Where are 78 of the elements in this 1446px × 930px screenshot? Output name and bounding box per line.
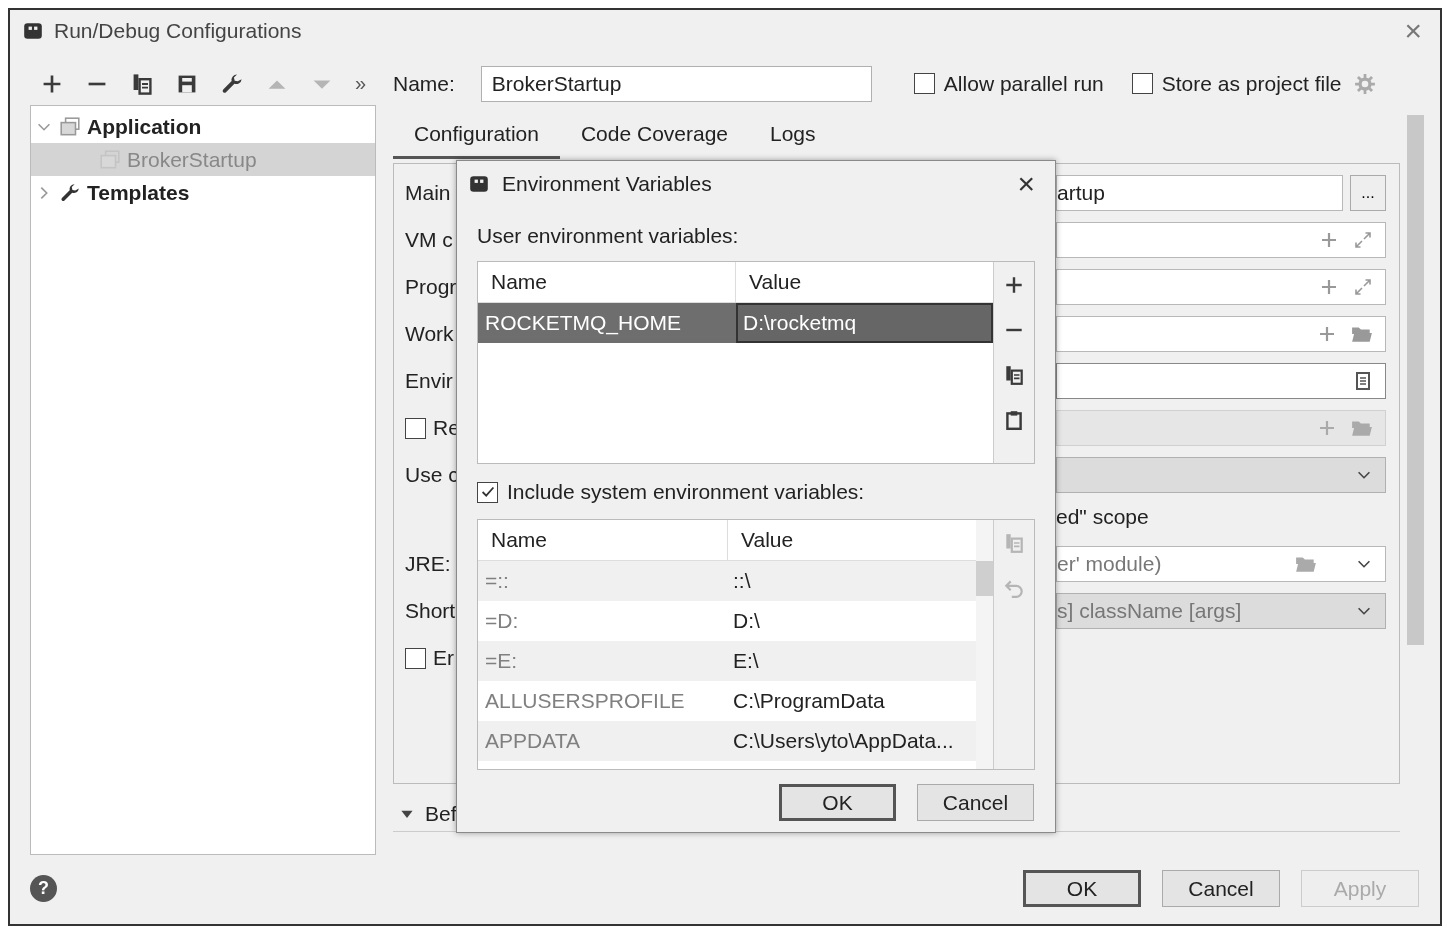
scrollbar[interactable]: [1407, 115, 1424, 645]
option-text: ed" scope: [1056, 505, 1149, 529]
field-label: Name:: [393, 71, 455, 96]
table-cell-text: ::\: [732, 568, 752, 594]
app-icon: [468, 173, 490, 195]
help-button[interactable]: ?: [30, 875, 57, 902]
text-field[interactable]: [1056, 222, 1386, 258]
add-icon[interactable]: [1003, 274, 1025, 296]
cancel-button[interactable]: Cancel: [1162, 870, 1280, 907]
copy-icon[interactable]: [1003, 364, 1025, 386]
ok-button[interactable]: OK: [779, 784, 896, 821]
field-label: JRE:: [405, 552, 451, 576]
overflow-button[interactable]: »: [355, 72, 367, 95]
field-label: Short: [405, 599, 456, 623]
table-row[interactable]: =:: ::\: [478, 561, 976, 601]
checkbox[interactable]: [405, 647, 426, 669]
checkbox[interactable]: [913, 73, 935, 94]
table-cell-text: ALLUSERSPROFILE: [484, 688, 686, 714]
tree-item[interactable]: Application: [31, 110, 375, 143]
table-cell-text: =D:: [484, 608, 520, 634]
table-row[interactable]: APPDATA C:\Users\yto\AppData...: [478, 721, 976, 761]
column-header[interactable]: Value: [736, 262, 802, 302]
table-cell-text: E:\: [732, 648, 760, 674]
paste-icon[interactable]: [1003, 409, 1025, 431]
checkbox[interactable]: [477, 481, 498, 503]
settings-icon[interactable]: [1353, 72, 1376, 95]
table-cell-text: APPDATA: [484, 728, 581, 754]
table-cell-text: C:\Users\yto\AppData...: [732, 728, 955, 754]
document-icon[interactable]: [1353, 371, 1373, 391]
text-field[interactable]: [1056, 363, 1386, 399]
checkbox-label: Allow parallel run: [943, 71, 1104, 96]
column-header[interactable]: Value: [728, 520, 794, 560]
checkbox[interactable]: [1131, 73, 1153, 94]
field-label: Progr: [405, 275, 457, 299]
table-cell: D:\rocketmq: [736, 303, 993, 343]
window-icon: [59, 115, 81, 138]
field-label: Main: [405, 181, 451, 205]
checkbox-label: Store as project file: [1161, 71, 1342, 96]
checkbox-label: Include system environment variables:: [507, 480, 865, 504]
text-field[interactable]: [1056, 269, 1386, 305]
field-label: Work: [405, 322, 454, 346]
cancel-button[interactable]: Cancel: [917, 784, 1034, 821]
table-cell-text: C:\ProgramData: [732, 688, 886, 714]
table-row[interactable]: =E: E:\: [478, 641, 976, 681]
text-field[interactable]: artup: [1056, 175, 1343, 211]
table-row[interactable]: ROCKETMQ_HOME D:\rocketmq: [478, 303, 993, 343]
add-icon: [1317, 418, 1337, 438]
dropdown[interactable]: [1056, 457, 1386, 493]
table-cell-text: =::: [484, 568, 510, 594]
table-cell-text: =E:: [484, 648, 519, 674]
expand-icon[interactable]: [1353, 277, 1373, 297]
app-icon: [22, 20, 44, 42]
dialog-title: Environment Variables: [502, 172, 712, 196]
ok-button[interactable]: OK: [1023, 870, 1141, 907]
window-title: Run/Debug Configurations: [54, 19, 302, 43]
checkbox-label: Er: [433, 646, 454, 670]
close-button[interactable]: ×: [1017, 169, 1035, 199]
table-cell-text: ROCKETMQ_HOME: [484, 310, 682, 337]
checkbox[interactable]: [405, 417, 426, 439]
expand-icon[interactable]: [1353, 230, 1373, 250]
column-header[interactable]: Name: [478, 520, 728, 560]
name-field[interactable]: BrokerStartup: [480, 65, 872, 102]
tab[interactable]: Logs: [749, 122, 837, 159]
scrollbar[interactable]: [976, 520, 993, 769]
column-header[interactable]: Name: [478, 262, 736, 302]
field-label: Envir: [405, 369, 453, 393]
field-label: VM c: [405, 228, 453, 252]
text-field[interactable]: [1056, 316, 1386, 352]
table-cell-text: D:\: [732, 608, 761, 634]
wrench-icon[interactable]: [220, 71, 244, 96]
wrench-icon: [59, 181, 81, 204]
section-label: User environment variables:: [477, 224, 739, 248]
section-header[interactable]: Bef: [425, 801, 457, 826]
tab[interactable]: Code Coverage: [559, 122, 749, 159]
browse-button[interactable]: ...: [1350, 175, 1386, 211]
tree-item[interactable]: Templates: [31, 176, 375, 209]
dropdown[interactable]: er' module): [1056, 546, 1386, 582]
close-button[interactable]: ×: [1404, 16, 1422, 46]
